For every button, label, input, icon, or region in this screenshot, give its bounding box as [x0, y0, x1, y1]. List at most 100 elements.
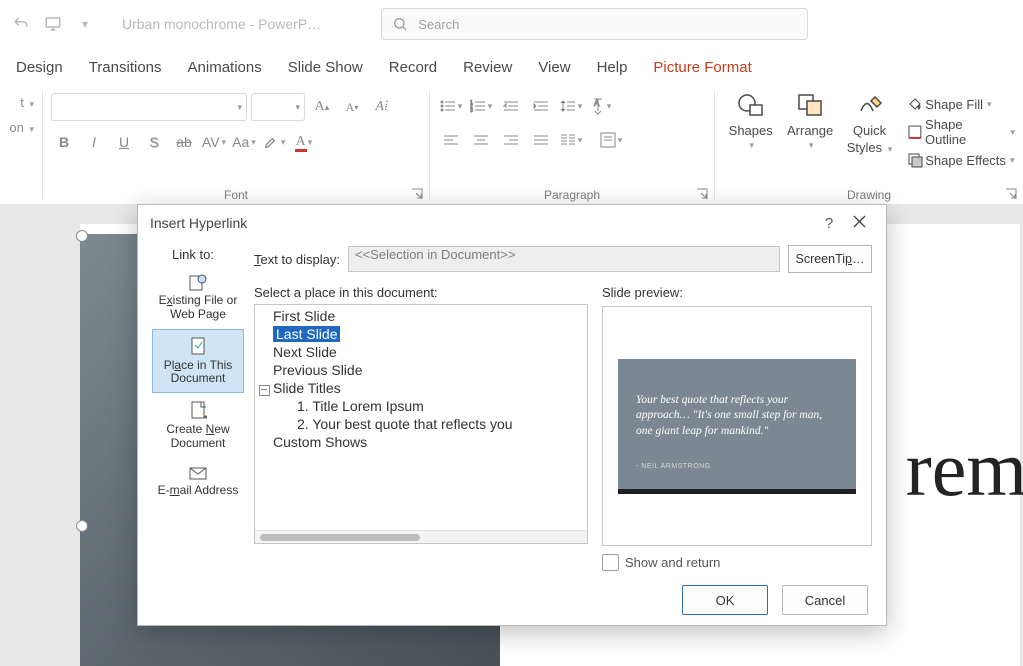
linkto-place-in-document[interactable]: Place in ThisDocument — [152, 329, 244, 394]
ok-button[interactable]: OK — [682, 585, 768, 615]
tree-scrollbar-thumb[interactable] — [260, 534, 420, 541]
font-name-combo[interactable]: ▾ — [51, 93, 247, 121]
search-box[interactable]: Search — [381, 8, 808, 40]
present-button[interactable] — [40, 11, 66, 37]
selection-handle[interactable] — [76, 520, 88, 532]
tree-next-slide[interactable]: Next Slide — [255, 343, 587, 361]
character-spacing-button[interactable]: AV▾ — [201, 129, 227, 155]
text-to-display-field: <<Selection in Document>> — [348, 246, 780, 272]
tab-slideshow[interactable]: Slide Show — [288, 59, 363, 84]
underline-button[interactable]: U — [111, 129, 137, 155]
paste-fragment[interactable]: on ▾ — [9, 120, 34, 135]
cut-fragment[interactable]: t ▾ — [20, 95, 34, 110]
qat-more-button[interactable]: ▾ — [72, 11, 98, 37]
numbering-button[interactable]: 123▾ — [468, 93, 494, 119]
font-group: ▾ ▾ A▴ A▾ A⁞ B I U S ab AV▾ Aa▾ ▾ A▾ Fon… — [43, 85, 429, 205]
selection-handle[interactable] — [76, 230, 88, 242]
dialog-titlebar: Insert Hyperlink ? — [138, 205, 886, 241]
increase-indent-button[interactable] — [528, 93, 554, 119]
shadow-button[interactable]: S — [141, 129, 167, 155]
checkbox-icon — [602, 554, 619, 571]
help-button[interactable]: ? — [814, 215, 844, 232]
new-document-icon — [189, 400, 207, 420]
tab-animations[interactable]: Animations — [188, 59, 262, 84]
slide-preview-label: Slide preview: — [602, 285, 872, 300]
linkto-email[interactable]: E-mail Address — [152, 458, 244, 505]
select-place-label: Select a place in this document: — [254, 285, 588, 300]
shape-fill-button[interactable]: Shape Fill▾ — [907, 93, 1015, 115]
italic-button[interactable]: I — [81, 129, 107, 155]
clipboard-group: t ▾ on ▾ — [0, 85, 42, 205]
decrease-indent-button[interactable] — [498, 93, 524, 119]
drawing-dialog-launcher-icon[interactable] — [1005, 188, 1017, 200]
align-text-button[interactable]: ▾ — [598, 127, 624, 153]
drawing-group: Shapes▾ Arrange▾ Quick Styles ▾ Shape Fi… — [715, 85, 1023, 205]
paragraph-group-label: Paragraph — [430, 188, 714, 202]
dialog-footer: OK Cancel — [138, 575, 886, 625]
text-to-display-label: Text to display: — [254, 252, 340, 267]
email-icon — [188, 465, 208, 481]
cancel-button[interactable]: Cancel — [782, 585, 868, 615]
search-icon — [392, 16, 408, 32]
align-right-button[interactable] — [498, 127, 524, 153]
close-icon — [853, 215, 866, 228]
increase-font-button[interactable]: A▴ — [309, 94, 335, 120]
columns-button[interactable]: ▾ — [558, 127, 584, 153]
change-case-button[interactable]: Aa▾ — [231, 129, 257, 155]
svg-text:3: 3 — [470, 108, 473, 113]
tab-view[interactable]: View — [538, 59, 570, 84]
preview-column: Slide preview: Your best quote that refl… — [602, 285, 872, 571]
screentip-button[interactable]: ScreenTip… — [788, 245, 872, 273]
font-dialog-launcher-icon[interactable] — [411, 188, 423, 200]
tab-transitions[interactable]: Transitions — [89, 59, 162, 84]
tree-slide-2[interactable]: 2. Your best quote that reflects you — [255, 415, 587, 433]
title-bar: ▾ Urban monochrome - PowerP… Search — [0, 0, 1023, 48]
paragraph-dialog-launcher-icon[interactable] — [696, 188, 708, 200]
shape-outline-button[interactable]: Shape Outline▾ — [907, 121, 1015, 143]
font-color-button[interactable]: A▾ — [291, 129, 317, 155]
shapes-button[interactable]: Shapes▾ — [723, 91, 778, 151]
shape-effects-button[interactable]: Shape Effects▾ — [907, 149, 1015, 171]
tab-design[interactable]: Design — [16, 59, 63, 84]
linkto-existing-file[interactable]: Existing File orWeb Page — [152, 266, 244, 329]
shape-fill-icon — [907, 96, 923, 112]
slide-preview: Your best quote that reflects your appro… — [602, 306, 872, 546]
highlight-button[interactable]: ▾ — [261, 129, 287, 155]
arrange-button[interactable]: Arrange▾ — [782, 91, 837, 151]
undo-button[interactable] — [8, 11, 34, 37]
shape-outline-icon — [907, 124, 923, 140]
tab-record[interactable]: Record — [389, 59, 437, 84]
clear-formatting-button[interactable]: A⁞ — [369, 94, 395, 120]
bullets-button[interactable]: ▾ — [438, 93, 464, 119]
search-placeholder: Search — [418, 17, 459, 32]
place-tree[interactable]: First Slide Last Slide Next Slide Previo… — [254, 304, 588, 544]
bold-button[interactable]: B — [51, 129, 77, 155]
tree-last-slide[interactable]: Last Slide — [255, 325, 587, 343]
text-direction-button[interactable]: A▾ — [588, 93, 614, 119]
tab-help[interactable]: Help — [597, 59, 628, 84]
svg-text:A: A — [594, 99, 600, 108]
tree-slide-1[interactable]: 1. Title Lorem Ipsum — [255, 397, 587, 415]
close-button[interactable] — [844, 215, 874, 232]
tab-review[interactable]: Review — [463, 59, 512, 84]
linkto-create-new[interactable]: Create NewDocument — [152, 393, 244, 458]
drawing-group-label: Drawing — [715, 188, 1023, 202]
tree-first-slide[interactable]: First Slide — [255, 307, 587, 325]
align-left-button[interactable] — [438, 127, 464, 153]
document-title: Urban monochrome - PowerP… — [122, 16, 321, 32]
justify-button[interactable] — [528, 127, 554, 153]
preview-thumbnail: Your best quote that reflects your appro… — [618, 359, 856, 494]
strikethrough-button[interactable]: ab — [171, 129, 197, 155]
show-and-return-checkbox[interactable]: Show and return — [602, 554, 872, 571]
web-page-icon — [188, 273, 208, 291]
tab-picture-format[interactable]: Picture Format — [653, 59, 751, 84]
tree-slide-titles[interactable]: Slide Titles — [255, 379, 587, 397]
tree-custom-shows[interactable]: Custom Shows — [255, 433, 587, 451]
decrease-font-button[interactable]: A▾ — [339, 94, 365, 120]
quick-styles-button[interactable]: Quick Styles ▾ — [842, 91, 897, 155]
tree-previous-slide[interactable]: Previous Slide — [255, 361, 587, 379]
line-spacing-button[interactable]: ▾ — [558, 93, 584, 119]
preview-attribution: - NEIL ARMSTRONG — [636, 463, 711, 470]
font-size-combo[interactable]: ▾ — [251, 93, 305, 121]
align-center-button[interactable] — [468, 127, 494, 153]
